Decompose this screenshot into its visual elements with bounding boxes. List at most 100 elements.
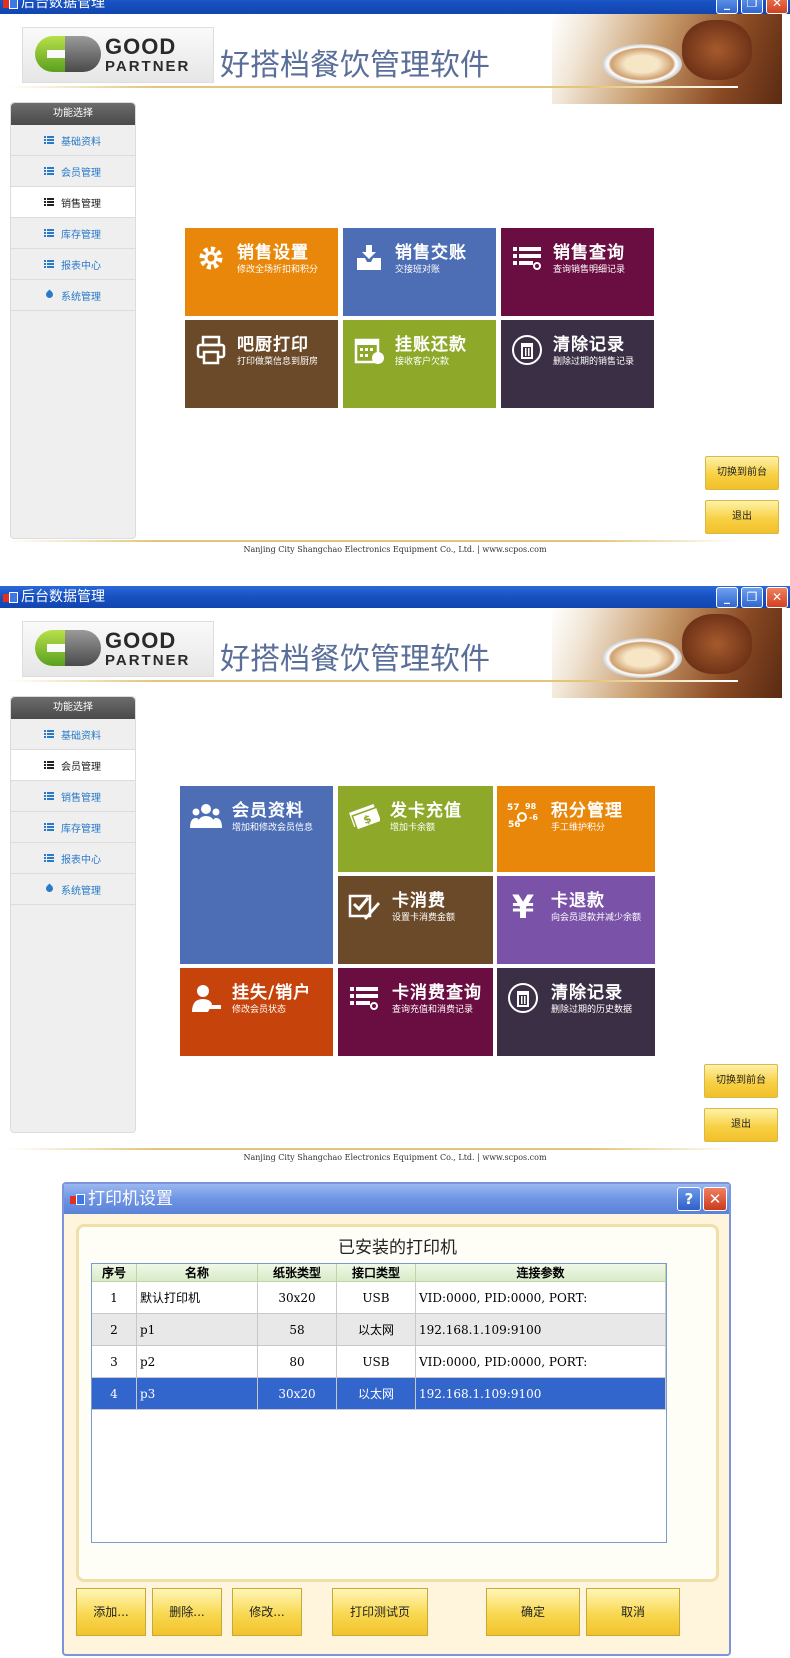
header-divider	[8, 680, 738, 682]
app-icon	[70, 1193, 85, 1205]
restore-button[interactable]: ❐	[741, 587, 763, 608]
gear-icon	[199, 246, 223, 270]
app-name: 好搭档餐饮管理软件	[220, 48, 490, 83]
tile-report-loss-close[interactable]: 挂失/销户 修改会员状态	[180, 968, 333, 1056]
list-icon	[44, 136, 54, 144]
dialog-title: 打印机设置	[88, 1189, 173, 1209]
sidebar-item-sales[interactable]: 销售管理	[11, 781, 135, 812]
footer-divider	[8, 1148, 738, 1150]
sidebar-item-member[interactable]: 会员管理	[11, 750, 135, 781]
delete-printer-button[interactable]: 删除...	[152, 1588, 222, 1636]
column-header[interactable]: 连接参数	[415, 1264, 666, 1282]
tile-sales-handover[interactable]: 销售交账 交接班对账	[343, 228, 496, 316]
svg-text:98: 98	[525, 802, 537, 811]
sidebar-item-member[interactable]: 会员管理	[11, 156, 135, 187]
list-icon	[44, 761, 54, 769]
function-sidebar: 功能选择 基础资料 会员管理 销售管理 库存管理 报表中心 系统管理	[10, 102, 136, 539]
app-header: GOOD PARTNER 好搭档餐饮管理软件	[0, 608, 790, 700]
good-partner-logo: GOOD PARTNER	[22, 27, 214, 83]
sidebar-item-reports[interactable]: 报表中心	[11, 843, 135, 874]
sidebar-item-system[interactable]: 系统管理	[11, 874, 135, 905]
ok-button[interactable]: 确定	[486, 1588, 580, 1636]
column-header[interactable]: 名称	[136, 1264, 258, 1282]
switch-to-front-button[interactable]: 切换到前台	[704, 1064, 778, 1098]
tile-sales-query[interactable]: 销售查询 查询销售明细记录	[501, 228, 654, 316]
tile-credit-repayment[interactable]: 挂账还款 接收客户欠款	[343, 320, 496, 408]
tile-member-info[interactable]: 会员资料 增加和修改会员信息	[180, 786, 333, 964]
cancel-button[interactable]: 取消	[586, 1588, 680, 1636]
sales-management-window: 后台数据管理 _ ❐ ✕ GOOD PARTNER 好搭档餐饮管理软件 功能选择…	[0, 0, 790, 572]
printer-icon	[196, 335, 226, 365]
svg-text:56: 56	[508, 820, 521, 830]
drop-icon	[44, 883, 55, 894]
app-icon	[3, 591, 18, 603]
calendar-money-icon	[354, 338, 384, 364]
footer-text: Nanjing City Shangchao Electronics Equip…	[243, 545, 547, 554]
tile-clear-records[interactable]: 清除记录 删除过期的历史数据	[497, 968, 655, 1056]
sidebar-header: 功能选择	[11, 697, 135, 719]
printer-table: 序号 名称 纸张类型 接口类型 连接参数 1 默认打印机 30x20 USB V…	[91, 1263, 667, 1543]
tile-card-query[interactable]: 卡消费查询 查询充值和消费记录	[338, 968, 493, 1056]
window-titlebar: 后台数据管理 _ ❐ ✕	[0, 586, 790, 608]
app-header: GOOD PARTNER 好搭档餐饮管理软件	[0, 14, 790, 106]
table-row[interactable]: 2 p1 58 以太网 192.168.1.109:9100	[92, 1313, 666, 1346]
sidebar-item-basic-data[interactable]: 基础资料	[11, 719, 135, 750]
tile-sales-settings[interactable]: 销售设置 修改全场折扣和积分	[185, 228, 338, 316]
table-row[interactable]: 3 p2 80 USB VID:0000, PID:0000, PORT:	[92, 1345, 666, 1378]
minimize-button[interactable]: _	[716, 587, 738, 608]
close-button[interactable]: ✕	[766, 0, 788, 14]
dialog-titlebar: 打印机设置 ? ✕	[64, 1184, 729, 1214]
header-divider	[8, 86, 738, 88]
edit-printer-button[interactable]: 修改...	[232, 1588, 302, 1636]
list-icon	[44, 260, 54, 268]
member-management-window: 后台数据管理 _ ❐ ✕ GOOD PARTNER 好搭档餐饮管理软件 功能选择…	[0, 586, 790, 1166]
list-icon	[44, 167, 54, 175]
sidebar-item-inventory[interactable]: 库存管理	[11, 218, 135, 249]
restore-button[interactable]: ❐	[741, 0, 763, 14]
list-search-icon	[513, 247, 541, 270]
help-button[interactable]: ?	[677, 1187, 701, 1211]
printer-settings-dialog: 打印机设置 ? ✕ 已安装的打印机 序号 名称 纸张类型 接口类型 连接参数 1…	[62, 1182, 731, 1656]
sidebar-header: 功能选择	[11, 103, 135, 125]
window-titlebar: 后台数据管理 _ ❐ ✕	[0, 0, 790, 14]
sidebar-item-system[interactable]: 系统管理	[11, 280, 135, 311]
tile-card-consume[interactable]: 卡消费 设置卡消费金额	[338, 876, 493, 964]
window-title: 后台数据管理	[21, 589, 105, 605]
inbox-download-icon	[357, 245, 381, 270]
trash-icon	[512, 335, 542, 365]
tile-card-topup[interactable]: $ 发卡充值 增加卡余额	[338, 786, 493, 872]
tile-clear-records[interactable]: 清除记录 删除过期的销售记录	[501, 320, 654, 408]
money-card-icon: $	[349, 804, 380, 832]
table-row-selected[interactable]: 4 p3 30x20 以太网 192.168.1.109:9100	[92, 1377, 666, 1410]
close-button[interactable]: ✕	[766, 587, 788, 608]
window-title: 后台数据管理	[21, 0, 105, 11]
list-icon	[44, 198, 54, 206]
tile-kitchen-print[interactable]: 吧厨打印 打印做菜信息到厨房	[185, 320, 338, 408]
column-header[interactable]: 接口类型	[336, 1264, 416, 1282]
good-partner-logo: GOOD PARTNER	[22, 621, 214, 677]
print-test-page-button[interactable]: 打印测试页	[332, 1588, 428, 1636]
sidebar-item-sales[interactable]: 销售管理	[11, 187, 135, 218]
add-printer-button[interactable]: 添加...	[76, 1588, 146, 1636]
svg-text:-6: -6	[529, 813, 538, 822]
table-row[interactable]: 1 默认打印机 30x20 USB VID:0000, PID:0000, PO…	[92, 1281, 666, 1314]
list-icon	[44, 823, 54, 831]
switch-to-front-button[interactable]: 切换到前台	[705, 456, 779, 490]
drop-icon	[44, 289, 55, 300]
panel-title: 已安装的打印机	[338, 1238, 457, 1258]
column-header[interactable]: 序号	[92, 1264, 137, 1282]
tile-points-management[interactable]: 57 98 -6 56 积分管理 手工维护积分	[497, 786, 655, 872]
close-button[interactable]: ✕	[703, 1187, 727, 1211]
sidebar-item-reports[interactable]: 报表中心	[11, 249, 135, 280]
user-remove-icon	[192, 985, 221, 1012]
header-coffee-image	[552, 608, 782, 698]
sidebar-item-inventory[interactable]: 库存管理	[11, 812, 135, 843]
tile-card-refund[interactable]: ¥ 卡退款 向会员退款并减少余额	[497, 876, 655, 964]
list-search-icon	[350, 987, 378, 1010]
exit-button[interactable]: 退出	[705, 500, 779, 534]
sidebar-item-basic-data[interactable]: 基础资料	[11, 125, 135, 156]
footer-divider	[8, 540, 738, 542]
column-header[interactable]: 纸张类型	[257, 1264, 337, 1282]
minimize-button[interactable]: _	[716, 0, 738, 14]
exit-button[interactable]: 退出	[704, 1108, 778, 1142]
